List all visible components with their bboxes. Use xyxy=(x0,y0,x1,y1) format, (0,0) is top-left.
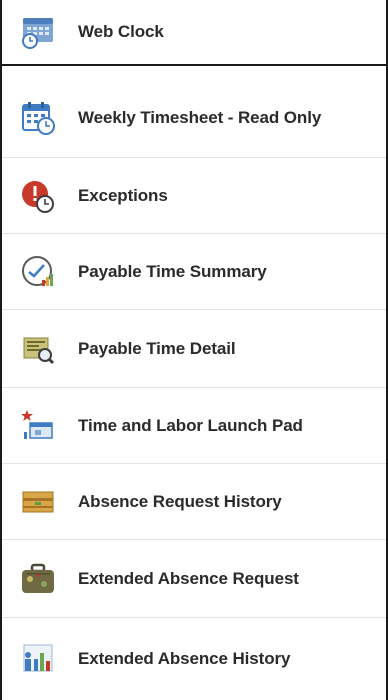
menu-item-exceptions[interactable]: Exceptions xyxy=(2,158,386,234)
menu-item-web-clock[interactable]: Web Clock xyxy=(2,0,386,66)
menu-item-label: Web Clock xyxy=(78,22,164,41)
time-labor-menu: Web Clock Weekly Timesheet - Read Only E… xyxy=(0,0,388,700)
menu-item-label: Payable Time Detail xyxy=(78,338,236,358)
menu-item-payable-time-summary[interactable]: Payable Time Summary xyxy=(2,234,386,310)
gauge-chart-icon xyxy=(20,254,56,290)
bar-chart-person-icon xyxy=(20,641,56,677)
menu-item-label: Absence Request History xyxy=(78,491,282,511)
menu-item-label: Weekly Timesheet - Read Only xyxy=(78,107,322,127)
menu-item-extended-absence-history[interactable]: Extended Absence History xyxy=(2,618,386,700)
calendar-clock-icon xyxy=(20,100,56,136)
menu-item-extended-absence-request[interactable]: Extended Absence Request xyxy=(2,540,386,618)
menu-item-payable-time-detail[interactable]: Payable Time Detail xyxy=(2,310,386,388)
menu-item-label: Time and Labor Launch Pad xyxy=(78,415,303,435)
menu-item-absence-request-history[interactable]: Absence Request History xyxy=(2,464,386,540)
menu-item-label: Extended Absence Request xyxy=(78,568,299,588)
menu-item-label: Exceptions xyxy=(78,185,168,205)
suitcase-icon xyxy=(20,561,56,597)
menu-item-label: Extended Absence History xyxy=(78,649,291,668)
menu-item-label: Payable Time Summary xyxy=(78,261,267,281)
ledger-book-icon xyxy=(20,484,56,520)
web-clock-icon xyxy=(20,14,56,50)
menu-item-launch-pad[interactable]: Time and Labor Launch Pad xyxy=(2,388,386,464)
exclamation-clock-icon xyxy=(20,178,56,214)
menu-item-weekly-timesheet[interactable]: Weekly Timesheet - Read Only xyxy=(2,78,386,158)
launchpad-star-icon xyxy=(20,408,56,444)
document-magnifier-icon xyxy=(20,331,56,367)
